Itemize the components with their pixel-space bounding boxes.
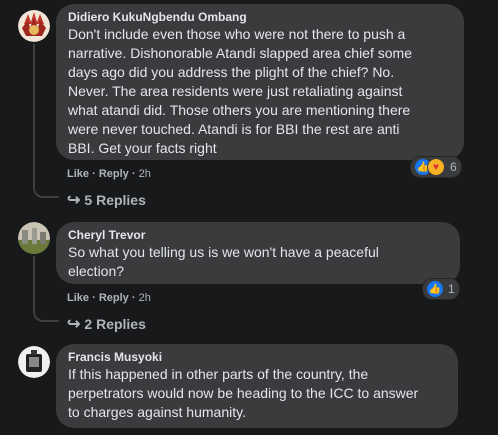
view-replies-button[interactable]: ↪ 2 Replies [67, 314, 146, 334]
reaction-summary[interactable]: 👍 1 [422, 278, 460, 300]
comment-author[interactable]: Cheryl Trevor [68, 228, 448, 243]
comment-actions: Like · Reply · 2h [67, 292, 151, 304]
reaction-count: 1 [448, 282, 455, 296]
separator: · [92, 292, 96, 304]
comment-text: Don't include even those who were not th… [68, 26, 412, 156]
reply-arrow-icon: ↪ [67, 316, 81, 333]
reaction-count: 6 [450, 160, 457, 174]
care-reaction-icon: ♥ [427, 158, 445, 176]
avatar[interactable] [18, 10, 50, 42]
separator: · [92, 168, 96, 180]
separator: · [131, 168, 136, 180]
reaction-summary[interactable]: 👍 ♥ 6 [410, 156, 462, 178]
like-link[interactable]: Like [67, 292, 89, 304]
comment-actions: Like · Reply · 2h [67, 168, 151, 180]
reply-link[interactable]: Reply [99, 168, 129, 180]
avatar[interactable] [18, 222, 50, 254]
timestamp[interactable]: 2h [139, 168, 151, 180]
reply-arrow-icon: ↪ [67, 192, 81, 209]
thread-line [33, 256, 59, 322]
reply-link[interactable]: Reply [99, 292, 129, 304]
thread-line [33, 44, 59, 198]
replies-count: 2 Replies [84, 316, 146, 332]
like-reaction-icon: 👍 [427, 281, 443, 297]
replies-count: 5 Replies [84, 192, 146, 208]
timestamp[interactable]: 2h [139, 292, 151, 304]
comment-text: So what you telling us is we won't have … [68, 244, 379, 279]
comment-author[interactable]: Francis Musyoki [68, 350, 446, 365]
avatar[interactable] [18, 346, 50, 378]
like-link[interactable]: Like [67, 168, 89, 180]
comment-text: If this happened in other parts of the c… [68, 366, 419, 420]
comment-bubble: Francis Musyoki If this happened in othe… [56, 344, 458, 428]
comment-bubble: Cheryl Trevor So what you telling us is … [56, 222, 460, 284]
view-replies-button[interactable]: ↪ 5 Replies [67, 190, 146, 210]
separator: · [131, 292, 136, 304]
comment-bubble: Didiero KukuNgbendu Ombang Don't include… [56, 4, 464, 160]
comment-author[interactable]: Didiero KukuNgbendu Ombang [68, 10, 452, 25]
